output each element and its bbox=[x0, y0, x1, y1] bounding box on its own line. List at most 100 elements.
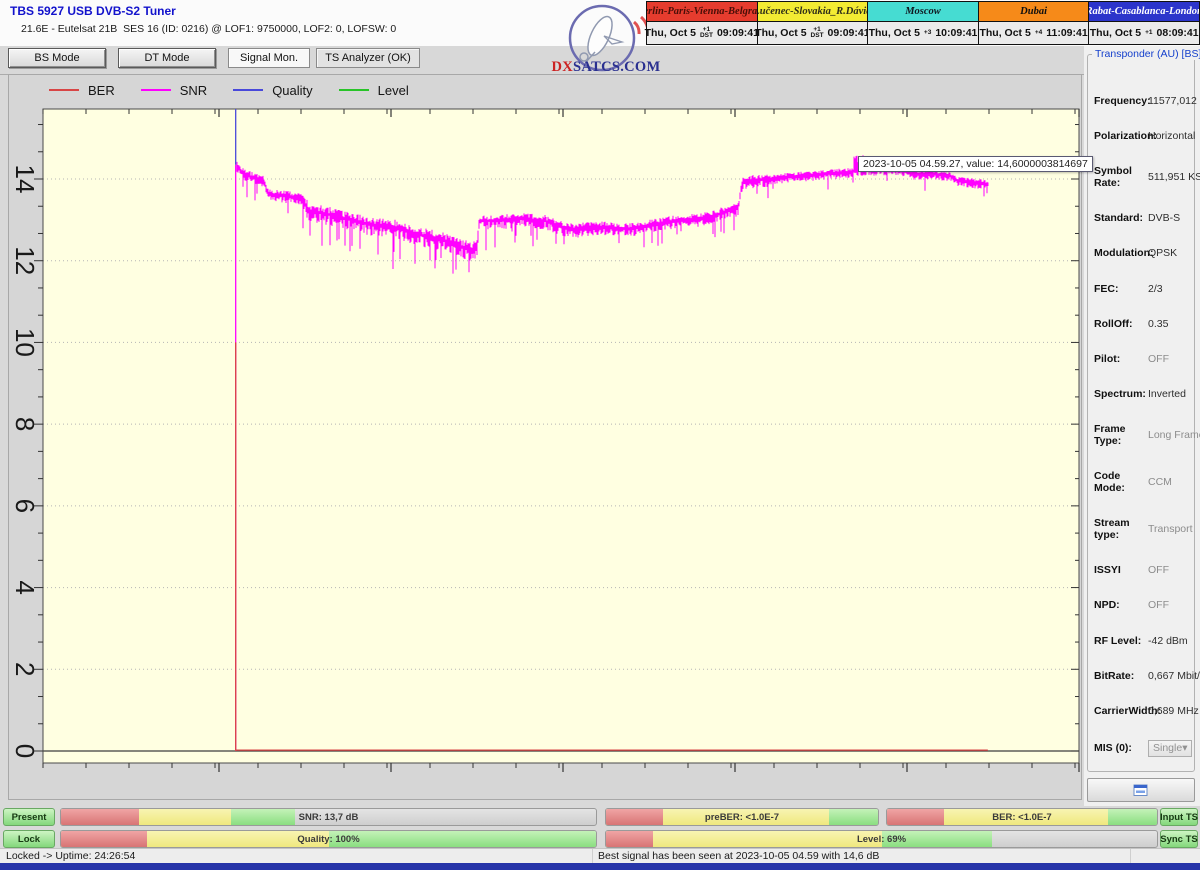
clock-city-label: Rabat-Casablanca-London bbox=[1089, 2, 1199, 22]
legend-label: BER bbox=[88, 83, 115, 98]
transponder-row: Frequency:11577,012 MHz bbox=[1094, 95, 1192, 107]
row-label: Frame Type: bbox=[1094, 423, 1148, 447]
legend-label: SNR bbox=[180, 83, 207, 98]
row-label: ISSYI bbox=[1094, 564, 1148, 576]
row-label: BitRate: bbox=[1094, 670, 1148, 682]
statusbar-lock-uptime: Locked -> Uptime: 24:26:54 bbox=[6, 850, 135, 862]
row-value: OFF bbox=[1148, 599, 1169, 611]
clock-cell: Rabat-Casablanca-LondonThu, Oct 5+108:09… bbox=[1088, 2, 1199, 44]
level-bar: Level: 69% bbox=[605, 830, 1158, 848]
legend-swatch-icon bbox=[49, 89, 79, 91]
svg-text:2: 2 bbox=[10, 662, 40, 676]
transponder-row: Pilot:OFF bbox=[1094, 353, 1192, 365]
legend-item-snr: SNR bbox=[141, 83, 207, 98]
clock-hhmmss: 09:09:41 bbox=[717, 27, 759, 39]
clock-city-label: Berlin-Paris-Vienna-Belgrade bbox=[647, 2, 757, 22]
lock-indicator: Lock bbox=[3, 830, 55, 848]
clock-offset: +4 bbox=[1035, 30, 1042, 37]
preber-bar: preBER: <1.0E-7 bbox=[605, 808, 879, 826]
clock-utc-offset: +1DST bbox=[811, 27, 824, 40]
clock-date: Thu, Oct 5 bbox=[1090, 27, 1141, 39]
row-value: OFF bbox=[1148, 353, 1169, 365]
quality-bar: Quality: 100% bbox=[60, 830, 597, 848]
legend-swatch-icon bbox=[233, 89, 263, 91]
clock-date: Thu, Oct 5 bbox=[979, 27, 1030, 39]
row-value: QPSK bbox=[1148, 247, 1177, 259]
row-value: 0,667 Mbit/s bbox=[1148, 670, 1200, 682]
legend-swatch-icon bbox=[141, 89, 171, 91]
clock-date: Thu, Oct 5 bbox=[755, 27, 806, 39]
ber-bar: BER: <1.0E-7 bbox=[886, 808, 1158, 826]
transponder-sidebar: Transponder (AU) [BS] Frequency:11577,01… bbox=[1084, 46, 1200, 806]
mis-dropdown[interactable]: Single▾ bbox=[1148, 740, 1192, 757]
row-label: Spectrum: bbox=[1094, 388, 1148, 400]
present-indicator: Present bbox=[3, 808, 55, 826]
clock-city-label: Lučenec-Slovakia_R.Dávid bbox=[758, 2, 868, 22]
tab-signal-mon[interactable]: Signal Mon. bbox=[228, 48, 310, 68]
bar-text: BER: <1.0E-7 bbox=[992, 812, 1051, 823]
row-value: Transport bbox=[1148, 523, 1193, 535]
clock-utc-offset: +1 bbox=[1145, 30, 1152, 37]
transponder-row: Code Mode:CCM bbox=[1094, 470, 1192, 494]
transponder-row: Spectrum:Inverted bbox=[1094, 388, 1192, 400]
bar-text: preBER: <1.0E-7 bbox=[705, 812, 779, 823]
clock-hhmmss: 11:09:41 bbox=[1046, 27, 1087, 39]
clock-cell: DubaiThu, Oct 5+411:09:41 bbox=[978, 2, 1089, 44]
transponder-row: RF Level:-42 dBm bbox=[1094, 635, 1192, 647]
statusbar-separator bbox=[1130, 849, 1131, 863]
tab-ts-analyzer[interactable]: TS Analyzer (OK) bbox=[316, 48, 420, 68]
row-value: -42 dBm bbox=[1148, 635, 1188, 647]
snapshot-button[interactable] bbox=[1087, 778, 1195, 802]
mis-value: Single bbox=[1153, 742, 1182, 754]
row-label: RollOff: bbox=[1094, 318, 1148, 330]
chart-legend: BER SNR Quality Level bbox=[49, 79, 409, 101]
svg-text:4: 4 bbox=[10, 580, 40, 594]
bar-text: SNR: 13,7 dB bbox=[299, 812, 359, 823]
row-label: MIS (0): bbox=[1094, 742, 1148, 754]
clock-offset: +1 bbox=[1145, 30, 1152, 37]
tab-dt-mode[interactable]: DT Mode bbox=[118, 48, 216, 68]
transponder-row: RollOff:0.35 bbox=[1094, 318, 1192, 330]
snr-bar: SNR: 13,7 dB bbox=[60, 808, 597, 826]
svg-text:8: 8 bbox=[10, 417, 40, 431]
clock-cell: MoscowThu, Oct 5+310:09:41 bbox=[867, 2, 978, 44]
transponder-row: CarrierWidth:0,689 MHz bbox=[1094, 705, 1192, 717]
clock-dst-flag: DST bbox=[700, 33, 713, 40]
tab-bs-mode[interactable]: BS Mode bbox=[8, 48, 106, 68]
row-label: Code Mode: bbox=[1094, 470, 1148, 494]
sync-ts-indicator: Sync TS bbox=[1160, 830, 1198, 848]
signal-plot[interactable]: 02468101214 bbox=[9, 75, 1083, 801]
row-value: 0,689 MHz bbox=[1148, 705, 1199, 717]
legend-item-ber: BER bbox=[49, 83, 115, 98]
clock-utc-offset: +3 bbox=[924, 30, 931, 37]
row-value: Long Frame bbox=[1148, 429, 1200, 441]
row-value: 11577,012 MHz bbox=[1148, 95, 1200, 107]
legend-label: Quality bbox=[272, 83, 312, 98]
row-value: DVB-S bbox=[1148, 212, 1180, 224]
row-label: Modulation: bbox=[1094, 247, 1148, 259]
legend-label: Level bbox=[378, 83, 409, 98]
legend-item-level: Level bbox=[339, 83, 409, 98]
clock-time: Thu, Oct 5 +4 11:09:41 bbox=[979, 22, 1089, 44]
clock-time: Thu, Oct 5+310:09:41 bbox=[868, 22, 978, 44]
transponder-row: Stream type:Transport bbox=[1094, 517, 1192, 541]
window-list-icon bbox=[1133, 784, 1149, 797]
taskbar-strip bbox=[0, 863, 1200, 870]
row-label: Stream type: bbox=[1094, 517, 1148, 541]
bar-text: Level: 69% bbox=[857, 834, 906, 845]
statusbar-separator bbox=[592, 849, 593, 863]
row-value: 511,951 KS/s bbox=[1148, 171, 1200, 183]
svg-text:14: 14 bbox=[10, 165, 40, 194]
transponder-row: Modulation:QPSK bbox=[1094, 247, 1192, 259]
transponder-row: Standard:DVB-S bbox=[1094, 212, 1192, 224]
bar-segment-red bbox=[606, 831, 653, 847]
world-clocks: Berlin-Paris-Vienna-Belgrade Thu, Oct 5 +1… bbox=[646, 1, 1200, 45]
svg-text:0: 0 bbox=[10, 744, 40, 758]
row-label: CarrierWidth: bbox=[1094, 705, 1148, 717]
signal-chart-panel: BERSNRQualityLevel 02468101214 2023-10-0… bbox=[8, 74, 1082, 800]
clock-time: Thu, Oct 5+108:09:41 bbox=[1089, 22, 1199, 44]
clock-hhmmss: 10:09:41 bbox=[935, 27, 977, 39]
mode-tabbar: BS Mode DT Mode Signal Mon. TS Analyzer (OK… bbox=[0, 46, 1200, 75]
clock-cell: Lučenec-Slovakia_R.DávidThu, Oct 5+1DST0… bbox=[757, 2, 868, 44]
clock-utc-offset: +1DST bbox=[700, 27, 713, 40]
